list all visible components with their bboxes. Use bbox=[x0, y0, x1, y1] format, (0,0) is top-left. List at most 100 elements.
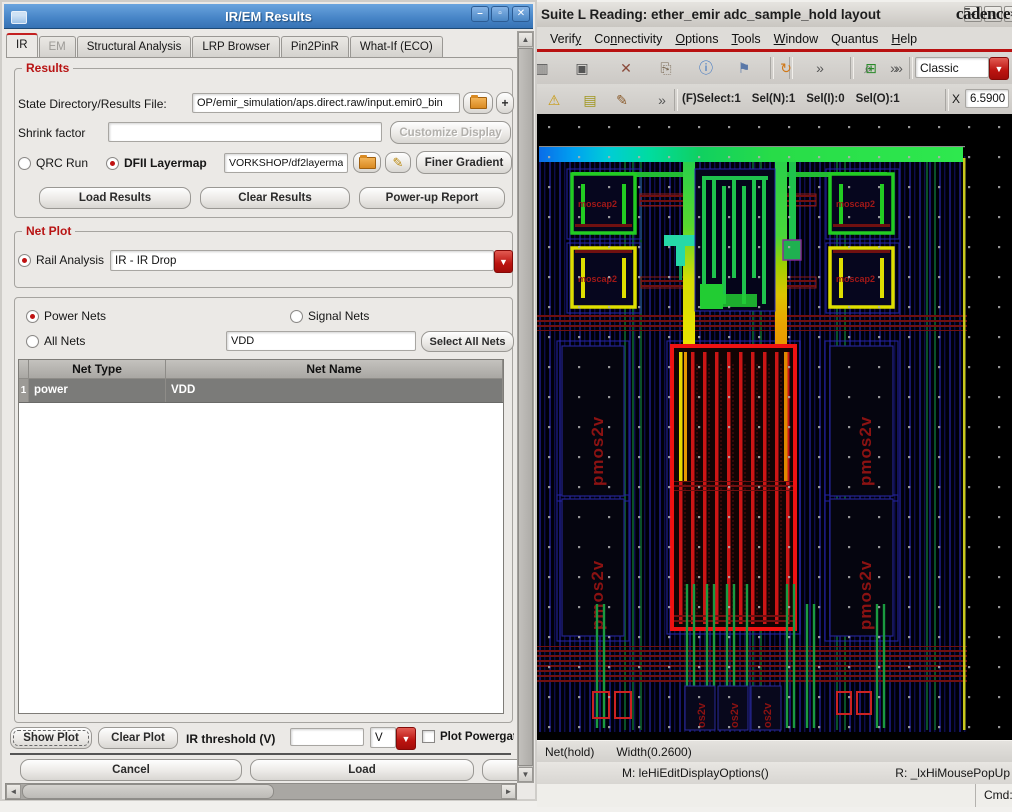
analysis-mode-combo-arrow[interactable]: ▼ bbox=[494, 250, 513, 273]
select-all-nets-button[interactable]: Select All Nets bbox=[421, 331, 514, 352]
vertical-scrollbar[interactable]: ▲ ▼ bbox=[517, 31, 534, 783]
scroll-right-button[interactable]: ► bbox=[501, 784, 516, 799]
layermap-field[interactable] bbox=[224, 153, 348, 173]
clear-results-button[interactable]: Clear Results bbox=[200, 187, 350, 209]
table-row[interactable]: 1 power VDD bbox=[19, 379, 503, 403]
more-icon-3[interactable]: » bbox=[886, 56, 912, 80]
scroll-down-button[interactable]: ▼ bbox=[518, 767, 533, 782]
horizontal-scrollbar-thumb[interactable] bbox=[22, 784, 274, 799]
scroll-left-button[interactable]: ◄ bbox=[6, 784, 21, 799]
mouse-bindings-bar: M: leHiEditDisplayOptions() R: _lxHiMous… bbox=[537, 762, 1012, 785]
tab-ir[interactable]: IR bbox=[6, 33, 38, 57]
workspace-combo-arrow[interactable]: ▼ bbox=[989, 57, 1009, 80]
dfii-layermap-radio[interactable] bbox=[106, 157, 119, 170]
load-results-button[interactable]: Load Results bbox=[39, 187, 191, 209]
toolbar-main: Classic ▼ ▥ ▣ ✕ ⎘ ⓘ ⚑ ↻» ⌕» ⊞» bbox=[537, 52, 1012, 85]
all-nets-label: All Nets bbox=[44, 334, 86, 348]
finer-gradient-button[interactable]: Finer Gradient bbox=[416, 151, 512, 174]
window-icon bbox=[11, 11, 27, 24]
delete-icon[interactable]: ✕ bbox=[613, 56, 639, 80]
row-number-header bbox=[19, 360, 29, 378]
more-icon-1[interactable]: » bbox=[807, 56, 833, 80]
minimize-button[interactable]: – bbox=[471, 6, 489, 22]
mouse-middle-binding: M: leHiEditDisplayOptions() bbox=[622, 766, 769, 780]
rail-analysis-radio[interactable] bbox=[18, 254, 31, 267]
menu-tools[interactable]: Tools bbox=[731, 32, 760, 46]
ir-em-results-dialog: IR/EM Results – ▫ ✕ IR EM Structural Analy… bbox=[0, 0, 537, 801]
unit-combo-arrow[interactable]: ▼ bbox=[396, 727, 416, 750]
layout-canvas[interactable]: moscap2 moscap2 moscap2 moscap2 bbox=[537, 114, 1012, 740]
frame-icon[interactable]: ▣ bbox=[569, 56, 595, 80]
analysis-mode-combobox[interactable]: IR - IR Drop bbox=[110, 250, 494, 271]
tab-lrp-browser[interactable]: LRP Browser bbox=[192, 36, 280, 57]
scroll-up-button[interactable]: ▲ bbox=[518, 32, 533, 47]
shrink-factor-field[interactable] bbox=[108, 122, 382, 142]
dialog-titlebar[interactable]: IR/EM Results bbox=[4, 4, 533, 29]
menu-window[interactable]: Window bbox=[774, 32, 818, 46]
menu-verify[interactable]: Verify bbox=[550, 32, 581, 46]
flag-icon[interactable]: ⚑ bbox=[731, 56, 757, 80]
menu-help[interactable]: Help bbox=[891, 32, 917, 46]
menu-connectivity[interactable]: Connectivity bbox=[594, 32, 662, 46]
net-filter-field[interactable] bbox=[226, 331, 416, 351]
powerup-report-button[interactable]: Power-up Report bbox=[359, 187, 505, 209]
results-group-title: Results bbox=[22, 61, 74, 75]
tab-structural-analysis[interactable]: Structural Analysis bbox=[76, 36, 192, 57]
net-name-header[interactable]: Net Name bbox=[166, 360, 503, 378]
menu-options[interactable]: Options bbox=[675, 32, 718, 46]
close-button[interactable]: ✕ bbox=[512, 6, 530, 22]
load-button[interactable]: Load bbox=[250, 759, 474, 781]
net-type-header[interactable]: Net Type bbox=[29, 360, 166, 378]
toolbar-separator bbox=[850, 57, 854, 79]
selection-count: Sel(N):1 bbox=[751, 93, 796, 105]
warning-icon[interactable]: ⚠ bbox=[541, 88, 567, 112]
partial-icon[interactable]: ▥ bbox=[537, 56, 555, 80]
ir-threshold-field[interactable] bbox=[290, 728, 364, 746]
menu-quantus[interactable]: Quantus bbox=[831, 32, 878, 46]
customize-display-button[interactable]: Customize Display bbox=[390, 121, 511, 144]
plot-powergate-checkbox[interactable] bbox=[422, 730, 435, 743]
toolbar-separator bbox=[945, 89, 949, 111]
power-nets-label: Power Nets bbox=[44, 309, 107, 323]
table-cell: power bbox=[29, 379, 166, 402]
redo-icon[interactable]: ↻ bbox=[773, 56, 799, 80]
add-results-button[interactable]: + bbox=[496, 92, 514, 114]
vertical-scrollbar-thumb[interactable] bbox=[518, 48, 533, 766]
layout-editor-window: Suite L Reading: ether_emir adc_sample_h… bbox=[537, 2, 1012, 807]
layers-icon[interactable]: ▤ bbox=[577, 88, 603, 112]
browse-state-file-button[interactable] bbox=[463, 92, 493, 114]
layout-drawing: moscap2 moscap2 moscap2 moscap2 bbox=[537, 114, 1012, 740]
info-icon[interactable]: ⓘ bbox=[693, 56, 719, 80]
browse-layermap-button[interactable] bbox=[353, 152, 381, 173]
stamp-icon[interactable]: ⎘ bbox=[653, 56, 679, 80]
edit-tool-icon[interactable]: ✎ bbox=[609, 88, 635, 112]
tab-pin2pinr[interactable]: Pin2PinR bbox=[280, 36, 349, 57]
add-instance-icon[interactable]: ⊞ bbox=[858, 56, 884, 80]
cmd-label: Cmd: bbox=[975, 784, 1012, 807]
layout-window-titlebar[interactable]: Suite L Reading: ether_emir adc_sample_h… bbox=[537, 2, 1012, 28]
x-coordinate-field[interactable]: 6.5900 bbox=[965, 89, 1009, 108]
workspace-combobox[interactable]: Classic bbox=[915, 57, 989, 78]
power-nets-radio[interactable] bbox=[26, 310, 39, 323]
signal-nets-radio[interactable] bbox=[290, 310, 303, 323]
tab-what-if-eco-[interactable]: What-If (ECO) bbox=[349, 36, 443, 57]
state-file-field[interactable] bbox=[192, 93, 460, 113]
qrc-run-radio[interactable] bbox=[18, 157, 31, 170]
horizontal-scrollbar[interactable]: ◄ ► bbox=[5, 783, 517, 800]
folder-icon bbox=[469, 95, 487, 109]
all-nets-radio[interactable] bbox=[26, 335, 39, 348]
show-plot-button[interactable]: Show Plot bbox=[10, 727, 92, 749]
unit-combobox[interactable]: V bbox=[370, 727, 396, 748]
tab-divider bbox=[6, 57, 517, 58]
toolbar-status: (F)Select:1 Sel(N):1 Sel(I):0 Sel(O):1 X 6.… bbox=[537, 84, 1012, 115]
more-icon-4[interactable]: » bbox=[649, 88, 675, 112]
tab-em[interactable]: EM bbox=[38, 36, 76, 57]
net-plot-group-title: Net Plot bbox=[22, 224, 76, 238]
clear-plot-button[interactable]: Clear Plot bbox=[98, 727, 178, 749]
net-table[interactable]: Net Type Net Name 1 power VDD bbox=[18, 359, 504, 714]
edit-layermap-button[interactable]: ✎ bbox=[385, 152, 411, 173]
hint-statusbar: Net(hold) Width(0.2600) bbox=[537, 740, 1012, 764]
selection-count: Sel(O):1 bbox=[855, 93, 900, 105]
cancel-button[interactable]: Cancel bbox=[20, 759, 242, 781]
maximize-button[interactable]: ▫ bbox=[491, 6, 509, 22]
